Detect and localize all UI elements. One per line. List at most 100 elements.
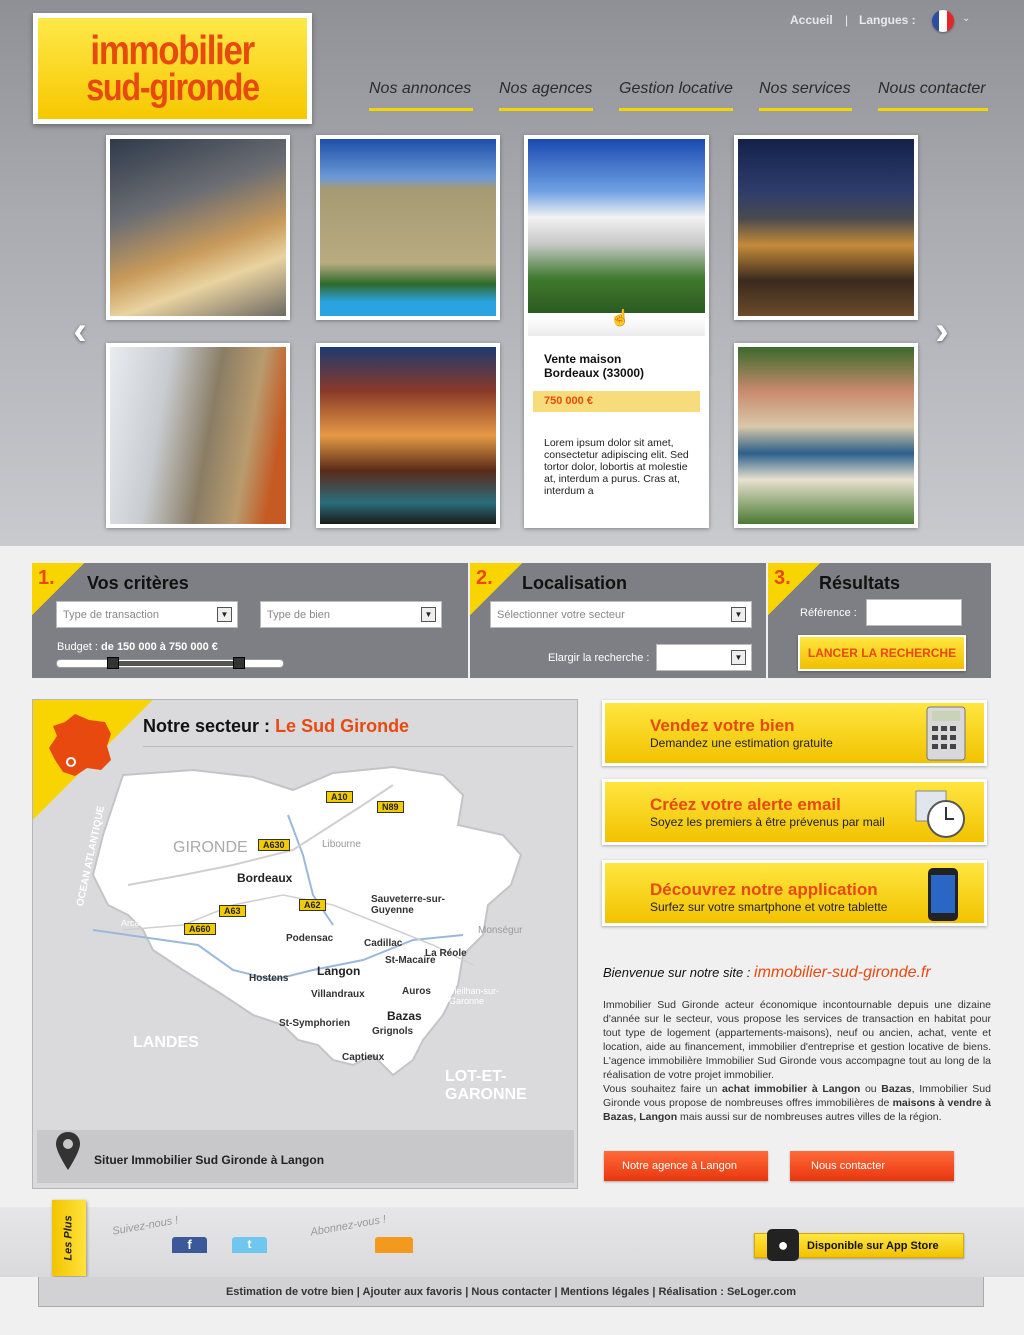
- map-title-highlight: Le Sud Gironde: [275, 716, 410, 736]
- carousel-prev-arrow-icon[interactable]: ‹: [66, 311, 94, 351]
- property-thumbnail[interactable]: [106, 343, 290, 528]
- apple-icon: ●: [767, 1229, 799, 1261]
- home-link[interactable]: Accueil: [790, 13, 833, 27]
- nav-annonces[interactable]: Nos annonces: [369, 80, 473, 111]
- step-number: 3.: [774, 567, 791, 589]
- promo-mobile-app[interactable]: Découvrez notre application Surfez sur v…: [602, 860, 987, 926]
- budget-slider[interactable]: [56, 657, 284, 669]
- town-label: Grignols: [372, 1026, 414, 1037]
- rss-icon[interactable]: [375, 1237, 413, 1253]
- nav-agences[interactable]: Nos agences: [499, 80, 593, 111]
- footer-link-legal[interactable]: Mentions légales: [561, 1286, 650, 1298]
- hand-cursor-icon: ☝: [610, 310, 630, 327]
- town-label: Bazas: [387, 1009, 422, 1023]
- promo-subtitle: Soyez les premiers à être prévenus par m…: [650, 815, 885, 829]
- region-label: GIRONDE: [173, 839, 248, 856]
- results-title: Résultats: [819, 573, 901, 593]
- road-label: A630: [258, 839, 290, 851]
- nav-gestion-locative[interactable]: Gestion locative: [619, 80, 733, 111]
- logo-line1: immobilier: [90, 26, 256, 73]
- separator: |: [845, 13, 849, 27]
- budget-value: de 150 000 à 750 000 €: [101, 641, 218, 653]
- widen-search-label: Elargir la recherche :: [548, 652, 650, 664]
- footer-link-estimation[interactable]: Estimation de votre bien: [226, 1286, 354, 1298]
- les-plus-tab: Les Plus: [52, 1200, 86, 1276]
- chevron-down-icon: ▼: [731, 650, 746, 665]
- reference-input[interactable]: [866, 599, 962, 626]
- facebook-icon[interactable]: f: [172, 1237, 207, 1253]
- step-number: 2.: [476, 567, 493, 589]
- slider-handle-max[interactable]: [233, 657, 245, 669]
- town-label: Villandraux: [311, 989, 365, 1000]
- footer-link-contact[interactable]: Nous contacter: [471, 1286, 551, 1298]
- location-panel: 2. Localisation Sélectionner votre secte…: [470, 563, 766, 678]
- smartphone-icon: [928, 868, 958, 921]
- sector-select[interactable]: Sélectionner votre secteur ▼: [490, 601, 752, 628]
- nav-services[interactable]: Nos services: [759, 80, 852, 111]
- property-thumbnail[interactable]: [106, 135, 290, 320]
- sector-map-panel: Notre secteur : Le Sud Gironde A10 N89 A…: [32, 699, 578, 1189]
- location-title: Localisation: [522, 573, 628, 593]
- chevron-down-icon: ▼: [731, 607, 746, 622]
- twitter-icon[interactable]: t: [232, 1237, 267, 1253]
- region-label: LOT-ET-GARONNE: [445, 1068, 527, 1103]
- contact-button[interactable]: Nous contacter: [790, 1151, 954, 1181]
- site-logo[interactable]: immobilier sud-gironde: [33, 13, 312, 124]
- locate-agency-bar[interactable]: Situer Immobilier Sud Gironde à Langon: [37, 1130, 574, 1183]
- town-label: Libourne: [322, 839, 361, 850]
- town-label: Langon: [317, 964, 361, 978]
- property-thumbnail[interactable]: [316, 135, 500, 320]
- slider-handle-min[interactable]: [107, 657, 119, 669]
- town-label: St-Macaire: [385, 955, 436, 966]
- town-label: Monségur: [478, 925, 523, 936]
- town-label: Cadillac: [364, 938, 403, 949]
- road-label: A10: [326, 791, 353, 803]
- widen-search-select[interactable]: ▼: [656, 644, 752, 671]
- transaction-type-select[interactable]: Type de transaction ▼: [56, 601, 238, 628]
- listing-title-line2: Bordeaux (33000): [544, 366, 645, 380]
- intro-text: Immobilier Sud Gironde acteur économique…: [603, 999, 991, 1123]
- criteria-title: Vos critères: [87, 573, 189, 593]
- site-name: immobilier-sud-gironde.fr: [754, 964, 931, 981]
- promo-title: Créez votre alerte email: [650, 795, 841, 814]
- promo-title: Vendez votre bien: [650, 716, 795, 735]
- property-thumbnail[interactable]: [734, 343, 918, 528]
- step-number: 1.: [38, 567, 55, 589]
- promo-sell-property[interactable]: Vendez votre bien Demandez une estimatio…: [602, 700, 987, 766]
- footer-link-credits[interactable]: Réalisation : SeLoger.com: [658, 1286, 796, 1298]
- agency-langon-button[interactable]: Notre agence à Langon: [604, 1151, 768, 1181]
- nav-contact[interactable]: Nous contacter: [878, 80, 988, 111]
- calendar-clock-icon: [915, 790, 965, 838]
- french-flag-icon[interactable]: [932, 10, 954, 32]
- chevron-down-icon: ▼: [217, 607, 232, 622]
- featured-listing-card[interactable]: ☝ Vente maison Bordeaux (33000) 750 000 …: [524, 135, 709, 528]
- welcome-heading: Bienvenue sur notre site : immobilier-su…: [603, 964, 931, 981]
- property-thumbnail[interactable]: [734, 135, 918, 320]
- promo-title: Découvrez notre application: [650, 880, 878, 899]
- property-thumbnail[interactable]: [316, 343, 500, 528]
- app-store-button[interactable]: ● Disponible sur App Store: [754, 1229, 964, 1261]
- road-label: A62: [299, 899, 326, 911]
- town-label: Captieux: [342, 1052, 385, 1063]
- road-label: A63: [219, 905, 246, 917]
- reference-label: Référence :: [800, 607, 857, 619]
- town-label: Bordeaux: [237, 871, 293, 885]
- featured-listing-photo: [528, 139, 705, 313]
- search-button[interactable]: LANCER LA RECHERCHE: [798, 635, 966, 671]
- footer-link-favorites[interactable]: Ajouter aux favoris: [363, 1286, 463, 1298]
- town-label: Podensac: [286, 933, 334, 944]
- town-label: St-Symphorien: [279, 1018, 351, 1029]
- carousel-next-arrow-icon[interactable]: ›: [928, 311, 956, 351]
- map-pin-icon: [56, 1132, 80, 1170]
- footer-links-bar: Estimation de votre bien | Ajouter aux f…: [38, 1277, 984, 1307]
- property-type-select[interactable]: Type de bien ▼: [260, 601, 442, 628]
- budget-label: Budget :: [57, 641, 98, 653]
- road-label: N89: [377, 801, 404, 813]
- promo-subtitle: Demandez une estimation gratuite: [650, 736, 833, 750]
- listing-price: 750 000 €: [533, 391, 700, 412]
- chevron-down-icon[interactable]: ⌄: [962, 13, 970, 24]
- promo-email-alert[interactable]: Créez votre alerte email Soyez les premi…: [602, 779, 987, 845]
- listing-description: Lorem ipsum dolor sit amet, consectetur …: [544, 437, 689, 497]
- chevron-down-icon: ▼: [421, 607, 436, 622]
- town-label: Arcachon: [121, 918, 160, 928]
